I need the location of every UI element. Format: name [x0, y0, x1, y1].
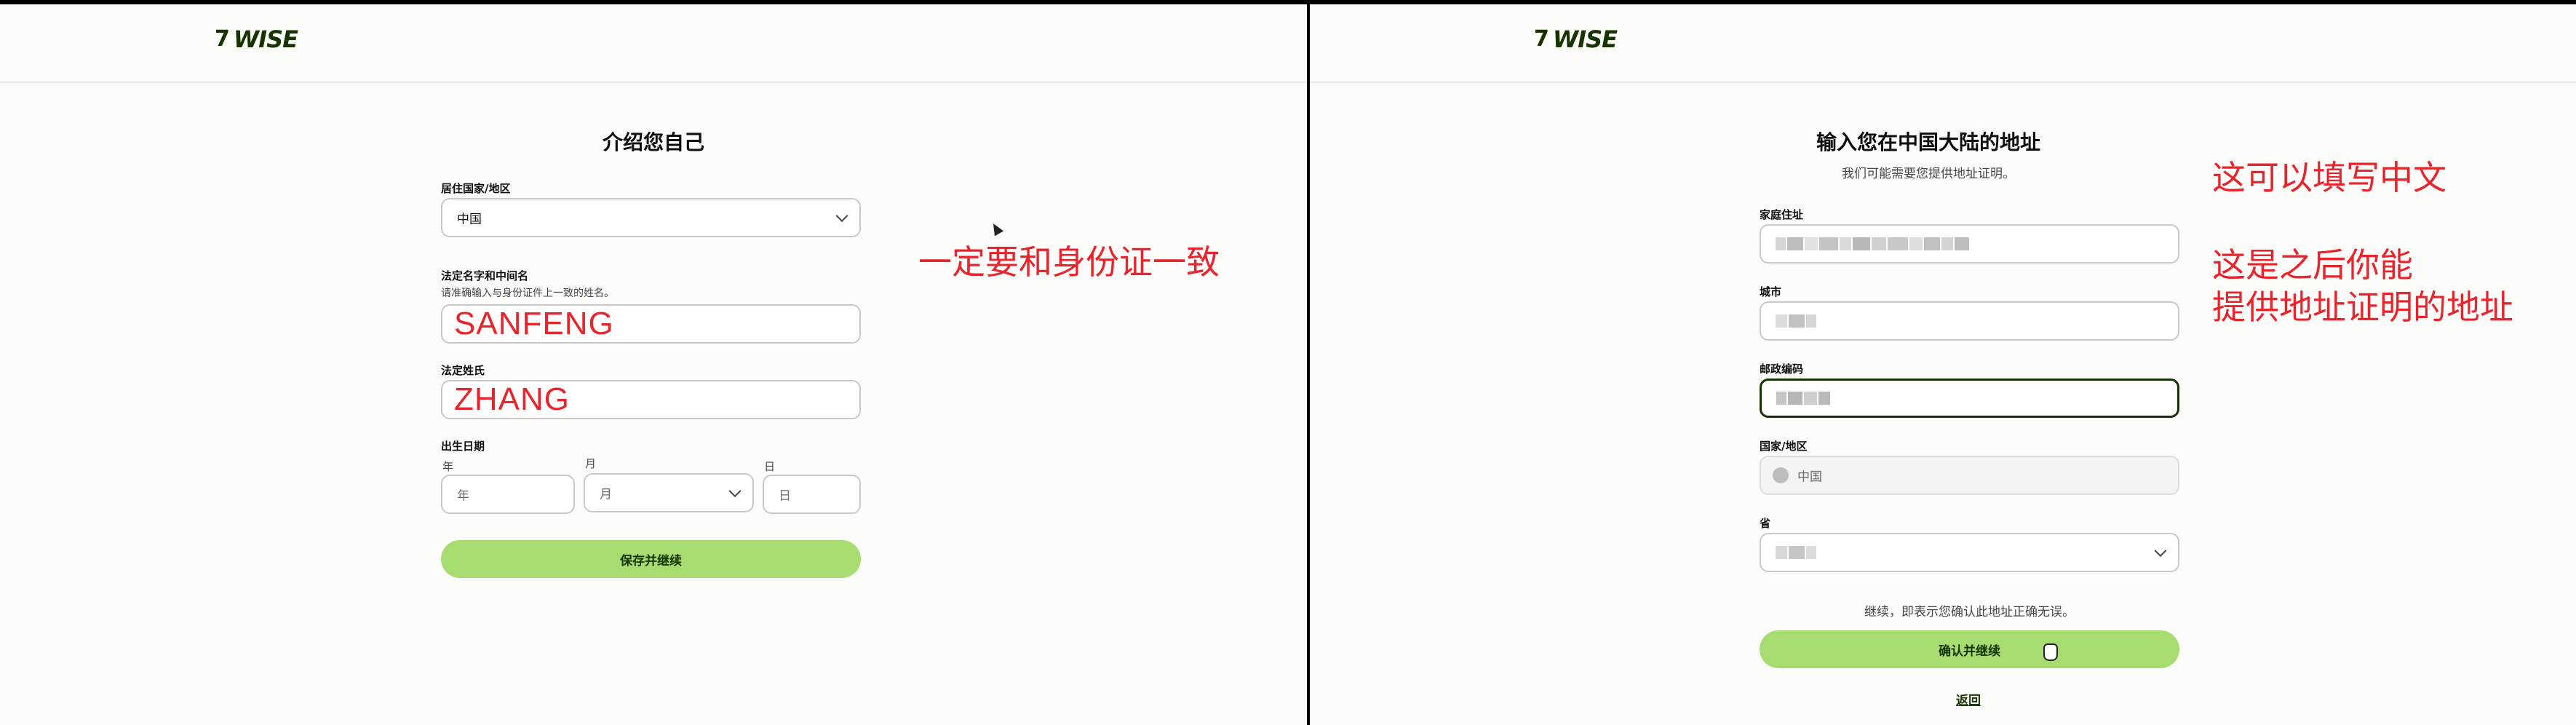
year-placeholder: 年 — [457, 488, 469, 504]
country-value: 中国 — [1797, 470, 1822, 485]
chevron-down-icon — [2154, 544, 2167, 558]
country-value: 中国 — [457, 212, 482, 227]
province-label: 省 — [1760, 517, 1771, 530]
surname-input[interactable]: ZHANG — [441, 380, 861, 419]
surname-value: ZHANG — [454, 381, 570, 417]
wise-wordmark: WISE — [233, 25, 298, 53]
confirm-note: 继续，即表示您确认此地址正确无误。 — [1864, 605, 2075, 619]
top-bar: 7 WISE — [0, 4, 1307, 83]
given-name-input[interactable]: SANFENG — [441, 304, 861, 344]
day-label: 日 — [764, 460, 776, 473]
postcode-input[interactable] — [1760, 379, 2179, 418]
city-value-redacted — [1776, 314, 1816, 328]
confirm-continue-button[interactable]: 确认并继续 — [1760, 630, 2179, 668]
city-input[interactable] — [1760, 301, 2179, 341]
annotation-proof-address-line1: 这是之后你能 — [2212, 245, 2413, 285]
country-field: 中国 — [1760, 456, 2179, 495]
city-label: 城市 — [1760, 285, 1782, 298]
wise-logo[interactable]: 7 WISE — [215, 25, 298, 54]
wise-flag-icon: 7 — [1534, 26, 1549, 52]
month-select[interactable]: 月 — [584, 473, 754, 512]
surname-label: 法定姓氏 — [441, 364, 485, 377]
hand-pointer-icon — [2043, 643, 2058, 661]
country-select[interactable]: 中国 — [441, 198, 861, 237]
year-input[interactable]: 年 — [441, 475, 575, 514]
annotation-proof-address-line2: 提供地址证明的地址 — [2212, 288, 2513, 327]
page-title: 介绍您自己 — [602, 130, 704, 154]
given-name-hint: 请准确输入与身份证件上一致的姓名。 — [441, 288, 614, 299]
country-label: 居住国家/地区 — [441, 182, 511, 195]
dob-label: 出生日期 — [441, 440, 485, 453]
month-placeholder: 月 — [600, 487, 612, 502]
postcode-value-redacted — [1776, 392, 1830, 405]
annotation-chinese-ok: 这可以填写中文 — [2212, 158, 2446, 197]
wise-wordmark: WISE — [1552, 25, 1618, 53]
window-address: 7 WISE 输入您在中国大陆的地址 我们可能需要您提供地址证明。 家庭住址 城… — [1310, 4, 2576, 725]
chevron-down-icon — [728, 485, 742, 498]
mouse-pointer-icon — [988, 221, 1004, 237]
wise-flag-icon: 7 — [215, 26, 230, 52]
province-value-redacted — [1776, 546, 1816, 559]
country-label: 国家/地区 — [1760, 440, 1808, 453]
year-label: 年 — [442, 460, 454, 473]
window-personal-details: 7 WISE 介绍您自己 居住国家/地区 中国 法定名字和中间名 请准确输入与身… — [0, 4, 1307, 725]
annotation-match-id: 一定要和身份证一致 — [918, 242, 1220, 282]
given-name-value: SANFENG — [454, 306, 614, 341]
given-name-label: 法定名字和中间名 — [441, 269, 529, 282]
province-select[interactable] — [1760, 533, 2179, 572]
month-label: 月 — [585, 457, 597, 470]
day-input[interactable]: 日 — [763, 475, 861, 514]
save-continue-button[interactable]: 保存并继续 — [441, 540, 861, 578]
top-bar: 7 WISE — [1310, 4, 2576, 83]
address-label: 家庭住址 — [1760, 208, 1804, 221]
chevron-down-icon — [835, 210, 848, 223]
page-title: 输入您在中国大陆的地址 — [1816, 130, 2040, 154]
wise-logo[interactable]: 7 WISE — [1534, 25, 1618, 54]
back-link[interactable]: 返回 — [1956, 690, 1981, 708]
address-input[interactable] — [1760, 224, 2179, 264]
globe-icon — [1773, 467, 1789, 483]
postcode-label: 邮政编码 — [1760, 362, 1804, 376]
day-placeholder: 日 — [779, 488, 791, 504]
address-value-redacted — [1776, 237, 1969, 250]
